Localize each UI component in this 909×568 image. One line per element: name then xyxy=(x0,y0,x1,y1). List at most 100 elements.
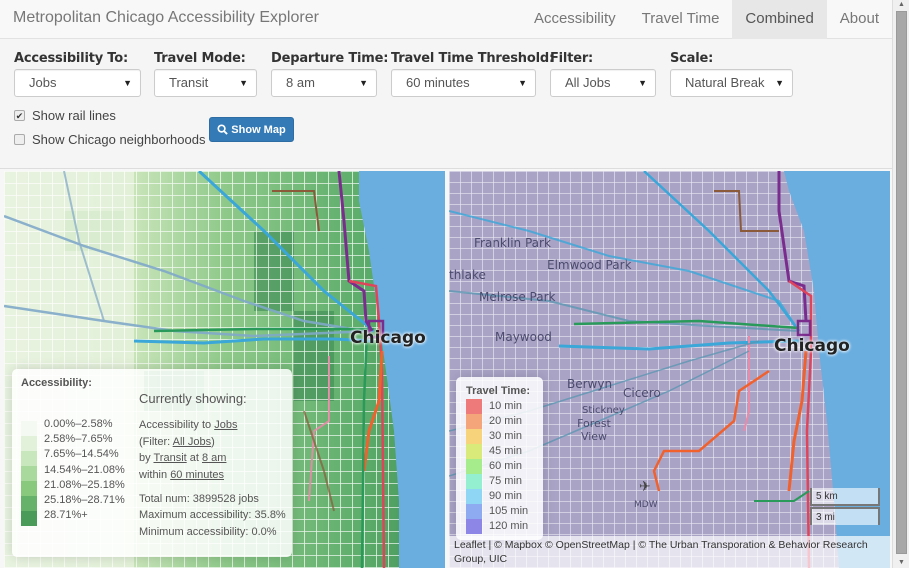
show-map-button[interactable]: Show Map xyxy=(209,117,294,142)
travel-time-legend: Travel Time: 10 min 20 min 30 min 45 min… xyxy=(456,377,543,540)
max-accessibility: Maximum accessibility: 35.8% xyxy=(139,509,286,522)
text-fragment: within xyxy=(139,468,171,481)
departure-time-value: 8 am xyxy=(286,75,315,90)
search-icon xyxy=(217,124,229,135)
caret-down-icon: ▼ xyxy=(123,78,132,88)
accessibility-map[interactable]: Chicago Accessibility: 0.00%–2.58% 2.58%… xyxy=(4,171,445,568)
legend-range-label: 21.08%–25.18% xyxy=(44,478,125,491)
legend-time-label: 10 min xyxy=(489,400,523,412)
currently-showing-details: Accessibility to Jobs (Filter: All Jobs)… xyxy=(139,417,237,483)
place-label: Elmwood Park xyxy=(547,258,632,272)
nav-accessibility[interactable]: Accessibility xyxy=(521,0,629,39)
map-attribution: Leaflet | © Mapbox © OpenStreetMap | © T… xyxy=(449,536,890,568)
show-rail-lines-checkbox[interactable]: ✔ xyxy=(14,110,25,121)
text-fragment: (Filter: xyxy=(139,435,173,448)
legend-range-label: 25.18%–28.71% xyxy=(44,494,125,507)
airport-icon: ✈ xyxy=(639,479,651,495)
travel-mode-label: Travel Mode: xyxy=(154,51,246,66)
jobs-link[interactable]: Jobs xyxy=(214,419,237,431)
filter-value: All Jobs xyxy=(565,75,611,90)
show-neighborhoods-row[interactable]: Show Chicago neighborhoods xyxy=(14,132,205,147)
travel-time-threshold-value: 60 minutes xyxy=(406,75,470,90)
show-neighborhoods-checkbox[interactable] xyxy=(14,134,25,145)
min-accessibility: Minimum accessibility: 0.0% xyxy=(139,525,277,538)
attribution-text: | © Mapbox © OpenStreetMap | © The Urban… xyxy=(454,539,868,565)
time-link[interactable]: 8 am xyxy=(202,452,226,464)
show-rail-lines-label: Show rail lines xyxy=(32,108,116,123)
text-fragment: ) xyxy=(211,435,215,448)
departure-time-select[interactable]: 8 am ▼ xyxy=(271,69,377,97)
page: Metropolitan Chicago Accessibility Explo… xyxy=(0,0,909,568)
currently-showing-title: Currently showing: xyxy=(139,391,247,406)
caret-down-icon: ▼ xyxy=(638,78,647,88)
nav-travel-time[interactable]: Travel Time xyxy=(629,0,733,39)
travel-mode-field: Travel Mode: Transit ▼ xyxy=(154,51,257,97)
filter-field: Filter: All Jobs ▼ xyxy=(550,51,656,97)
show-rail-lines-row[interactable]: ✔ Show rail lines xyxy=(14,108,116,123)
filter-link[interactable]: All Jobs xyxy=(173,436,212,448)
place-label: Franklin Park xyxy=(474,236,551,250)
accessibility-to-select[interactable]: Jobs ▼ xyxy=(14,69,141,97)
threshold-link[interactable]: 60 minutes xyxy=(170,469,224,481)
legend-range-label: 0.00%–2.58% xyxy=(44,418,113,430)
scroll-up-icon[interactable]: ▲ xyxy=(893,0,909,10)
legend-swatch xyxy=(21,421,37,436)
travel-mode-value: Transit xyxy=(169,75,209,90)
accessibility-stats: Total num: 3899528 jobs Maximum accessib… xyxy=(139,491,286,540)
text-fragment: by xyxy=(139,452,154,464)
show-map-label: Show Map xyxy=(231,123,286,136)
legend-time-label: 90 min xyxy=(489,490,523,502)
scale-value: Natural Break xyxy=(685,75,765,90)
city-label-chicago: Chicago xyxy=(350,328,426,348)
place-label: Forest View xyxy=(577,417,611,443)
legend-range-label: 2.58%–7.65% xyxy=(44,433,113,446)
total-num: Total num: 3899528 jobs xyxy=(139,493,259,505)
main-nav: Accessibility Travel Time Combined About xyxy=(521,0,892,39)
leaflet-link[interactable]: Leaflet xyxy=(454,539,486,551)
scale-label: Scale: xyxy=(670,51,714,66)
legend-range-label: 28.71%+ xyxy=(44,509,88,522)
travel-time-map[interactable]: Franklin Park Elmwood Park thlake Melros… xyxy=(449,171,890,568)
travel-time-threshold-select[interactable]: 60 minutes ▼ xyxy=(391,69,536,97)
scroll-thumb[interactable] xyxy=(896,11,907,554)
legend-time-label: 75 min xyxy=(489,475,523,487)
legend-swatch xyxy=(466,489,482,504)
scale-bar-mi: 3 mi xyxy=(810,507,880,525)
nav-combined[interactable]: Combined xyxy=(732,0,827,39)
place-label: Maywood xyxy=(495,330,552,344)
scale-field: Scale: Natural Break ▼ xyxy=(670,51,793,97)
app-title[interactable]: Metropolitan Chicago Accessibility Explo… xyxy=(13,9,319,27)
text-fragment: Accessibility to xyxy=(139,419,215,431)
legend-swatch xyxy=(21,436,37,451)
legend-swatch xyxy=(466,399,482,414)
place-label: Melrose Park xyxy=(479,290,556,304)
legend-swatch xyxy=(466,504,482,519)
legend-swatch xyxy=(21,451,37,466)
controls-panel: Accessibility To: Jobs ▼ Travel Mode: Tr… xyxy=(0,39,892,169)
text-fragment: at xyxy=(186,452,202,464)
scale-select[interactable]: Natural Break ▼ xyxy=(670,69,793,97)
legend-time-label: 60 min xyxy=(489,460,523,472)
navbar: Metropolitan Chicago Accessibility Explo… xyxy=(0,0,892,39)
scroll-down-icon[interactable]: ▼ xyxy=(893,558,909,568)
legend-time-label: 105 min xyxy=(489,505,529,517)
departure-time-label: Departure Time: xyxy=(271,51,389,66)
travel-time-labels: 10 min 20 min 30 min 45 min 60 min 75 mi… xyxy=(489,399,528,534)
nav-about[interactable]: About xyxy=(827,0,892,39)
city-label-chicago: Chicago xyxy=(774,336,850,356)
legend-time-label: 20 min xyxy=(489,415,523,427)
page-scrollbar[interactable]: ▲ ▼ xyxy=(892,0,909,568)
mode-link[interactable]: Transit xyxy=(153,452,186,464)
caret-down-icon: ▼ xyxy=(359,78,368,88)
filter-select[interactable]: All Jobs ▼ xyxy=(550,69,656,97)
place-label: thlake xyxy=(449,268,486,282)
caret-down-icon: ▼ xyxy=(518,78,527,88)
legend-swatch xyxy=(466,459,482,474)
travel-time-swatches xyxy=(466,399,482,534)
travel-time-threshold-label: Travel Time Threshold: xyxy=(391,51,554,66)
place-label: Berwyn xyxy=(567,377,613,391)
travel-time-threshold-field: Travel Time Threshold: 60 minutes ▼ xyxy=(391,51,554,97)
legend-range-label: 7.65%–14.54% xyxy=(44,448,119,461)
legend-swatch xyxy=(466,414,482,429)
travel-mode-select[interactable]: Transit ▼ xyxy=(154,69,257,97)
